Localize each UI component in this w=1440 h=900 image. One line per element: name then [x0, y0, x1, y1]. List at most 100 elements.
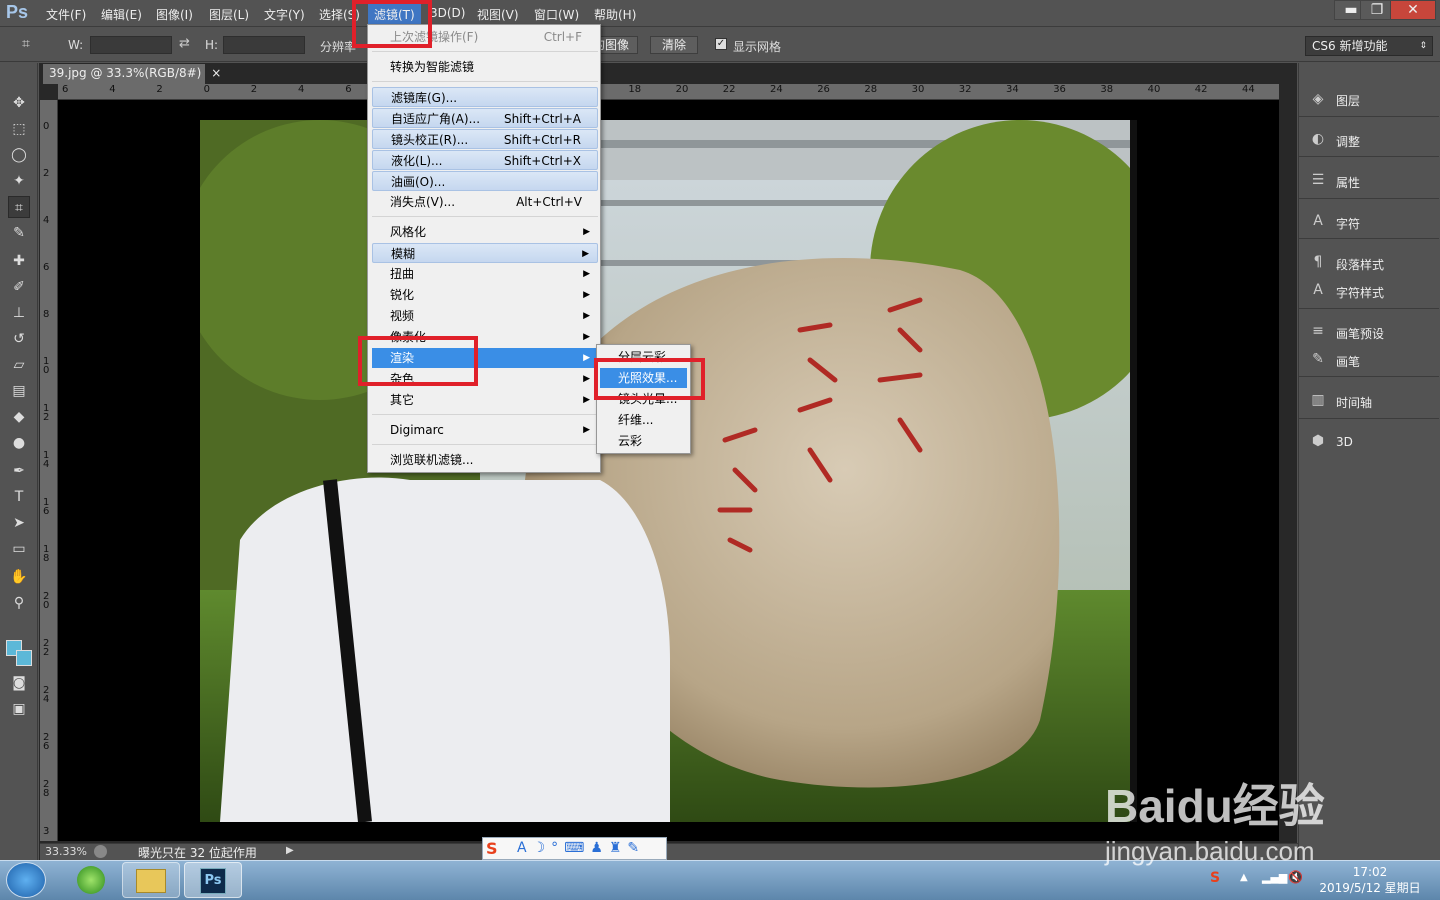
- gradient-tool-icon[interactable]: ▤: [8, 380, 30, 402]
- menu-file[interactable]: 文件(F): [46, 6, 86, 23]
- magic-wand-tool-icon[interactable]: ✦: [8, 170, 30, 192]
- panel-character-styles[interactable]: 字符样式: [1336, 284, 1384, 301]
- menu-item-vanishing-point[interactable]: 消失点(V)... Alt+Ctrl+V: [372, 192, 598, 212]
- ruler-tick-label: 1 8: [43, 544, 50, 564]
- menu-view[interactable]: 视图(V): [477, 6, 519, 23]
- ruler-tick-label: 1 4: [43, 450, 50, 470]
- menu-3d[interactable]: 3D(D): [430, 6, 465, 20]
- workspace-label: CS6 新增功能: [1312, 39, 1388, 53]
- blur-tool-icon[interactable]: ◆: [8, 406, 30, 428]
- ruler-tick-label: 2: [43, 168, 50, 179]
- menu-item-liquify[interactable]: 液化(L)... Shift+Ctrl+X: [372, 150, 598, 170]
- tray-volume-icon[interactable]: 🔇: [1288, 870, 1303, 884]
- status-arrow-icon[interactable]: ▶: [286, 845, 294, 856]
- tray-sogou-icon[interactable]: S: [1210, 870, 1220, 886]
- menu-item-blur[interactable]: 模糊 ▶: [372, 243, 598, 263]
- menu-layer[interactable]: 图层(L): [209, 6, 249, 23]
- panel-adjustments[interactable]: 调整: [1336, 133, 1360, 150]
- ruler-tick-label: 42: [1194, 84, 1208, 95]
- ruler-tick-label: 32: [958, 84, 972, 95]
- type-tool-icon[interactable]: T: [8, 486, 30, 508]
- crop-tool-preset-icon[interactable]: ⌗: [22, 36, 42, 54]
- menu-item-digimarc[interactable]: Digimarc ▶: [372, 420, 598, 440]
- menu-item-distort[interactable]: 扭曲 ▶: [372, 264, 598, 284]
- brush-icon: ✎: [1312, 351, 1324, 367]
- pen-tool-icon[interactable]: ✒: [8, 460, 30, 482]
- start-button-icon[interactable]: [6, 862, 46, 898]
- crop-tool-icon[interactable]: ⌗: [8, 196, 30, 218]
- ruler-tick-label: 0: [203, 84, 210, 95]
- panel-3d[interactable]: 3D: [1336, 435, 1353, 449]
- clear-button[interactable]: 清除: [650, 36, 698, 54]
- menu-item-adaptive-wide-angle[interactable]: 自适应广角(A)... Shift+Ctrl+A: [372, 108, 598, 128]
- shape-tool-icon[interactable]: ▭: [8, 538, 30, 560]
- marquee-tool-icon[interactable]: ⬚: [8, 118, 30, 140]
- menu-item-stylize[interactable]: 风格化 ▶: [372, 222, 598, 242]
- screen-mode-icon[interactable]: ▣: [8, 698, 30, 720]
- tray-expand-icon[interactable]: ▲: [1240, 872, 1248, 883]
- zoom-level[interactable]: 33.33%: [45, 845, 87, 858]
- lasso-tool-icon[interactable]: ◯: [8, 144, 30, 166]
- menu-item-other[interactable]: 其它 ▶: [372, 390, 598, 410]
- document-tab[interactable]: 39.jpg @ 33.3%(RGB/8#) ×: [43, 64, 221, 84]
- menu-help[interactable]: 帮助(H): [594, 6, 636, 23]
- panel-character[interactable]: 字符: [1336, 215, 1360, 232]
- menu-edit[interactable]: 编辑(E): [101, 6, 142, 23]
- panel-divider: [1299, 238, 1439, 239]
- brush-presets-icon: ≡: [1312, 323, 1324, 339]
- menu-item-browse-filters-online[interactable]: 浏览联机滤镜...: [372, 450, 598, 470]
- character-icon: A: [1313, 213, 1323, 229]
- submenu-item-clouds[interactable]: 云彩: [600, 431, 687, 451]
- menu-item-shortcut: Shift+Ctrl+A: [504, 112, 581, 126]
- eyedropper-tool-icon[interactable]: ✎: [8, 222, 30, 244]
- panel-paragraph-styles[interactable]: 段落样式: [1336, 256, 1384, 273]
- ime-toolbar[interactable]: S A☽°⌨♟♜✎: [482, 837, 667, 860]
- taskbar-photoshop-icon[interactable]: Ps: [184, 862, 242, 898]
- menu-item-video[interactable]: 视频 ▶: [372, 306, 598, 326]
- width-field[interactable]: [90, 36, 172, 54]
- history-brush-tool-icon[interactable]: ↺: [8, 328, 30, 350]
- brush-tool-icon[interactable]: ✐: [8, 276, 30, 298]
- menu-image[interactable]: 图像(I): [156, 6, 193, 23]
- menu-window[interactable]: 窗口(W): [534, 6, 579, 23]
- move-tool-icon[interactable]: ✥: [8, 92, 30, 114]
- height-field[interactable]: [223, 36, 305, 54]
- submenu-arrow-icon: ▶: [583, 227, 590, 237]
- panel-brush-presets[interactable]: 画笔预设: [1336, 325, 1384, 342]
- taskbar-browser-icon[interactable]: [62, 862, 120, 898]
- menu-item-label: 风格化: [390, 225, 427, 239]
- workspace-select[interactable]: CS6 新增功能 ⇕: [1305, 36, 1433, 56]
- eraser-tool-icon[interactable]: ▱: [8, 354, 30, 376]
- panel-brush[interactable]: 画笔: [1336, 353, 1360, 370]
- close-icon[interactable]: ✕: [1390, 0, 1436, 20]
- menu-item-lens-correction[interactable]: 镜头校正(R)... Shift+Ctrl+R: [372, 129, 598, 149]
- menu-type[interactable]: 文字(Y): [264, 6, 305, 23]
- submenu-item-fibers[interactable]: 纤维...: [600, 410, 687, 430]
- menu-item-convert-smart-filter[interactable]: 转换为智能滤镜: [372, 57, 598, 77]
- watermark-url: jingyan.baidu.com: [1105, 836, 1315, 866]
- tray-network-icon[interactable]: ▂▄▆: [1262, 871, 1287, 884]
- hand-tool-icon[interactable]: ✋: [8, 566, 30, 588]
- menu-item-filter-gallery[interactable]: 滤镜库(G)...: [372, 87, 598, 107]
- panel-timeline[interactable]: 时间轴: [1336, 394, 1372, 411]
- taskbar-explorer-icon[interactable]: [122, 862, 180, 898]
- ime-tool-icons[interactable]: A☽°⌨♟♜✎: [517, 840, 645, 856]
- status-info-icon[interactable]: [94, 845, 107, 858]
- quick-mask-icon[interactable]: ◙: [8, 672, 30, 694]
- restore-icon[interactable]: ❐: [1360, 0, 1394, 20]
- panel-layers[interactable]: 图层: [1336, 92, 1360, 109]
- background-color-swatch[interactable]: [16, 650, 32, 666]
- path-selection-tool-icon[interactable]: ➤: [8, 512, 30, 534]
- dodge-tool-icon[interactable]: ●: [8, 432, 30, 454]
- close-tab-icon[interactable]: ×: [211, 66, 221, 80]
- show-grid-checkbox[interactable]: ✓: [715, 38, 727, 50]
- menu-item-oil-paint[interactable]: 油画(O)...: [372, 171, 598, 191]
- panel-properties[interactable]: 属性: [1336, 174, 1360, 191]
- menu-item-sharpen[interactable]: 锐化 ▶: [372, 285, 598, 305]
- healing-brush-tool-icon[interactable]: ✚: [8, 250, 30, 272]
- swap-icon[interactable]: ⇄: [179, 36, 190, 51]
- show-grid-label: 显示网格: [733, 40, 782, 54]
- stamp-tool-icon[interactable]: ⊥: [8, 302, 30, 324]
- zoom-tool-icon[interactable]: ⚲: [8, 592, 30, 614]
- menu-separator: [372, 81, 598, 82]
